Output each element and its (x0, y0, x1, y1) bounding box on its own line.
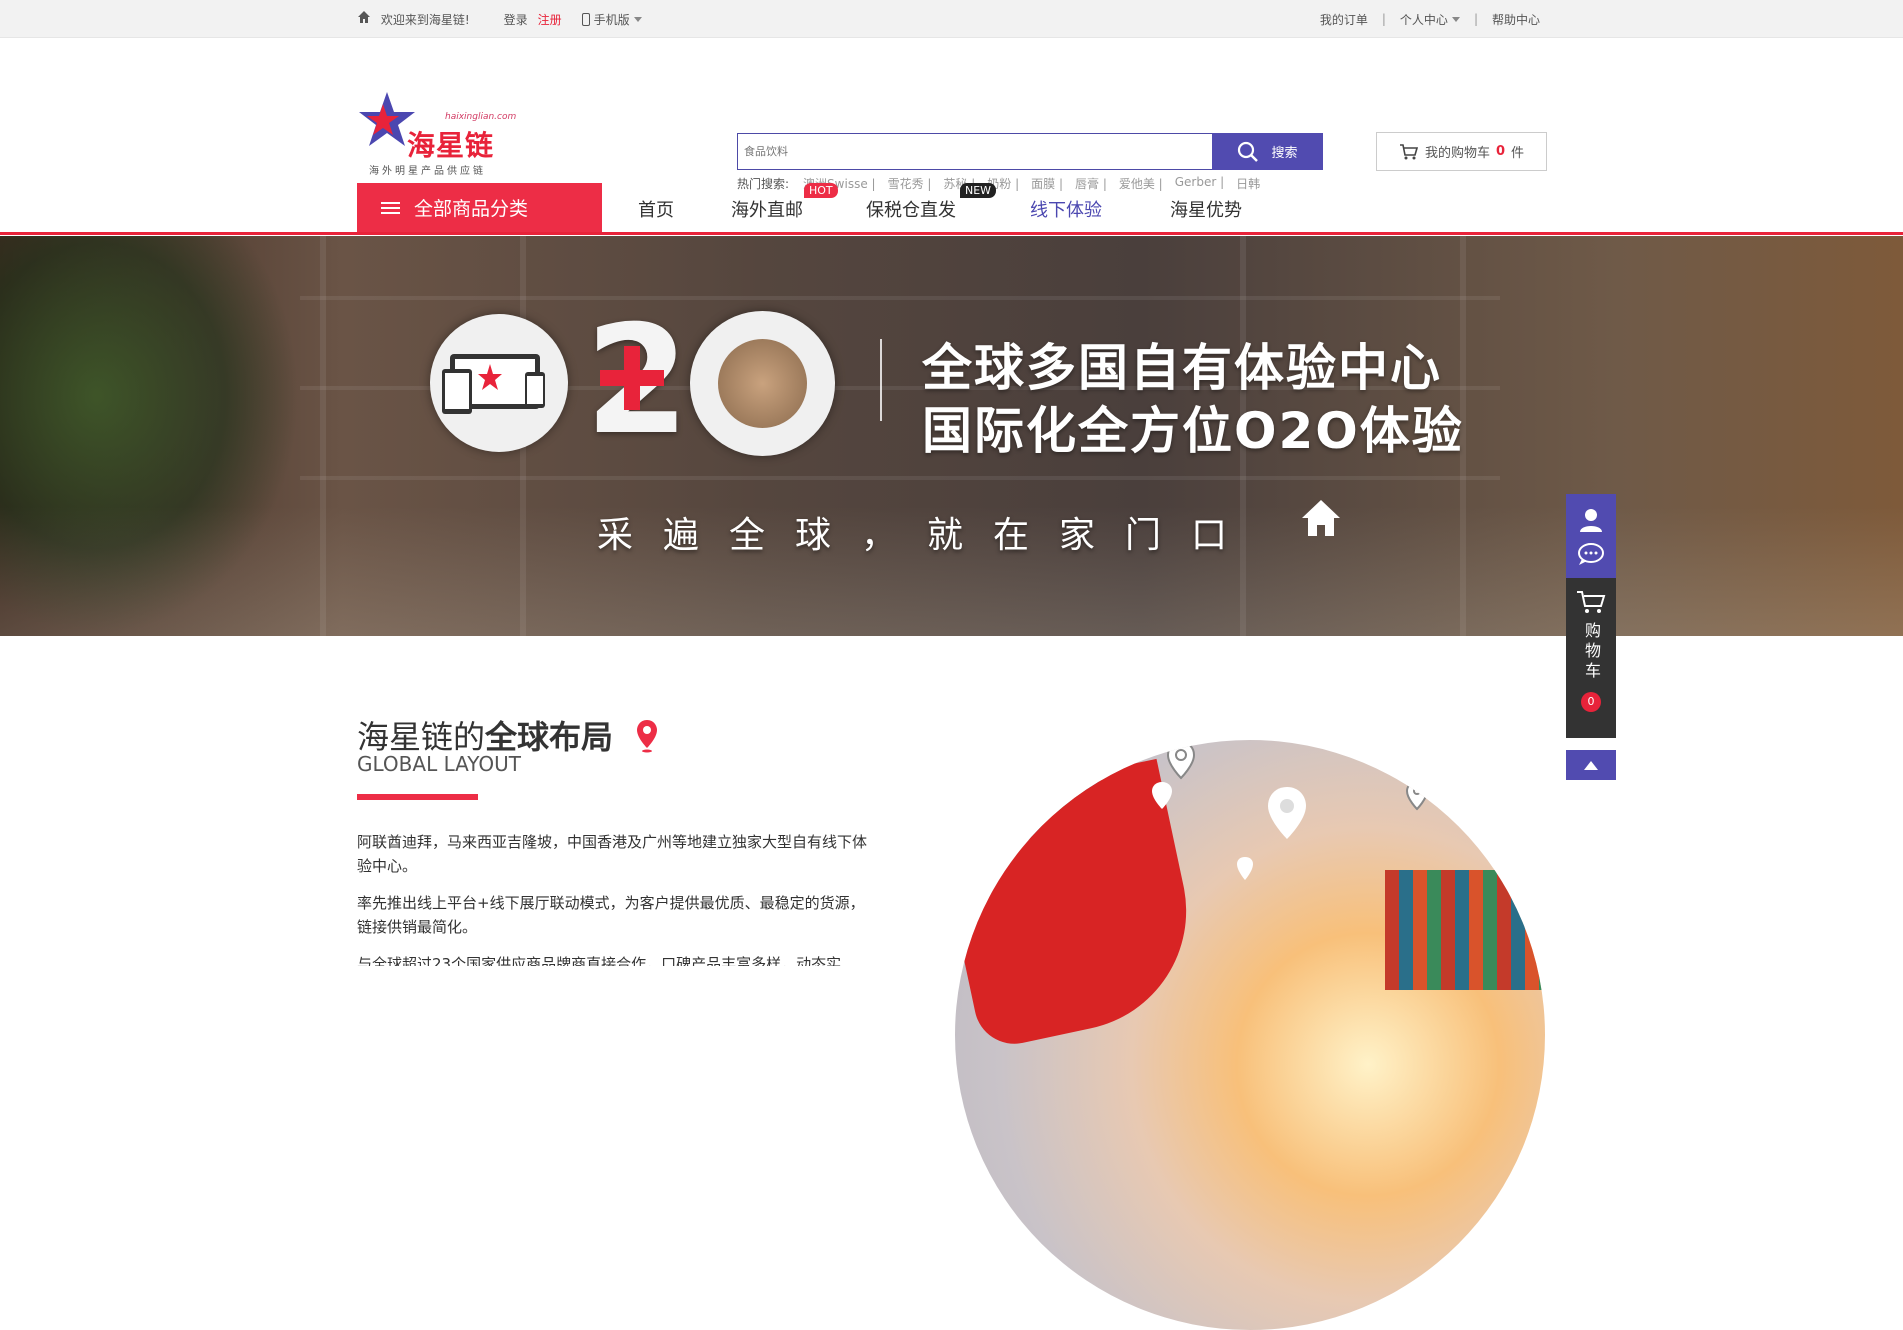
nav-item-offline[interactable]: 线下体验 (1030, 196, 1102, 222)
offline-circle-icon (690, 311, 835, 456)
location-pin-icon (1237, 857, 1253, 880)
logo-brand: 海星链 (407, 129, 495, 162)
all-categories-button[interactable]: 全部商品分类 (357, 183, 602, 232)
section-paragraph: 率先推出线上平台+线下展厅联动模式，为客户提供最优质、最稳定的货源，链接供销最简… (357, 894, 865, 936)
devices-icon (442, 354, 545, 414)
section-paragraph: 与全球超过23个国家供应商品牌商直接合作，口碑产品丰富多样，动态实 (357, 955, 842, 966)
chat-icon[interactable] (1576, 541, 1606, 567)
search-icon (1238, 141, 1259, 162)
search-input[interactable] (737, 133, 1212, 170)
logo-slogan: 海外明星产品供应链 (369, 166, 486, 177)
nav-item-overseas[interactable]: 海外直邮 (731, 196, 803, 222)
container-stack (1385, 870, 1545, 990)
plus-icon (600, 346, 664, 410)
hero-banner[interactable]: 2 全球多国自有体验中心 国际化全方位O2O体验 采遍全球，就在家门口 (0, 236, 1903, 636)
help-center-link[interactable]: 帮助中心 (1492, 11, 1540, 28)
mobile-version-link[interactable]: 手机版 (581, 11, 642, 28)
banner-subtitle: 采遍全球，就在家门口 (597, 515, 1258, 556)
divider: | (1381, 12, 1386, 26)
side-cart-label: 购物车 (1582, 622, 1601, 682)
side-cart-button[interactable]: 购物车 0 (1566, 578, 1616, 738)
chevron-up-icon (1584, 760, 1598, 770)
cart-count: 0 (1495, 144, 1506, 159)
home-icon (358, 11, 370, 23)
chevron-down-icon (1451, 16, 1460, 22)
section-subtitle: GLOBAL LAYOUT (357, 752, 522, 776)
register-link[interactable]: 注册 (538, 11, 562, 28)
cart-icon (1577, 591, 1606, 613)
side-cart-count: 0 (1581, 692, 1601, 712)
header: haixinglian.com 海星链 海外明星产品供应链 搜索 热门搜索: 澳… (0, 38, 1903, 191)
back-to-top-button[interactable] (1566, 750, 1616, 780)
menu-icon (381, 199, 400, 217)
search-button[interactable]: 搜索 (1212, 133, 1323, 170)
global-map-illustration (955, 740, 1545, 1330)
banner-headline-1: 全球多国自有体验中心 (922, 339, 1442, 397)
logo-domain: haixinglian.com (445, 112, 517, 122)
nav-item-advantage[interactable]: 海星优势 (1170, 196, 1242, 222)
home-icon (1302, 500, 1340, 536)
account-menu[interactable]: 个人中心 (1400, 11, 1460, 28)
main-nav: 全部商品分类 首页 海外直邮 HOT 保税仓直发 NEW 线下体验 海星优势 (0, 183, 1903, 235)
shelf-decoration (300, 476, 1500, 480)
location-pin-icon (1268, 787, 1306, 839)
store-photo (718, 339, 807, 428)
my-orders-link[interactable]: 我的订单 (1320, 11, 1368, 28)
location-pin-icon (1405, 780, 1429, 811)
shelf-decoration (300, 296, 1500, 300)
login-link[interactable]: 登录 (504, 11, 528, 28)
search-bar: 搜索 (737, 133, 1323, 170)
site-logo[interactable]: haixinglian.com 海星链 海外明星产品供应链 (357, 90, 516, 180)
welcome-message: 欢迎来到海星链! (357, 10, 470, 28)
side-account-panel (1566, 494, 1616, 578)
cart-button[interactable]: 我的购物车 0 件 (1376, 132, 1547, 171)
user-icon[interactable] (1577, 506, 1605, 534)
section-underline (357, 794, 478, 800)
nav-item-bonded[interactable]: 保税仓直发 (866, 196, 956, 222)
hot-badge: HOT (804, 183, 838, 198)
new-badge: NEW (960, 183, 997, 198)
divider: | (1473, 12, 1478, 26)
banner-headline-2: 国际化全方位O2O体验 (922, 402, 1464, 460)
location-pin-icon (637, 720, 658, 753)
location-pin-icon (1152, 782, 1172, 809)
side-toolbar: 购物车 0 (1566, 494, 1616, 780)
chevron-down-icon (633, 16, 642, 22)
section-paragraph: 阿联酋迪拜，马来西亚吉隆坡，中国香港及广州等地建立独家大型自有线下体验中心。 (357, 833, 868, 875)
online-circle-icon (430, 314, 568, 452)
nav-item-home[interactable]: 首页 (638, 196, 674, 222)
phone-icon (581, 12, 590, 26)
location-pin-icon (1166, 740, 1196, 780)
top-bar: 欢迎来到海星链! 登录 注册 手机版 我的订单 | 个人中心 | 帮助中心 (0, 0, 1903, 38)
divider (880, 339, 882, 421)
cart-icon (1399, 143, 1419, 159)
